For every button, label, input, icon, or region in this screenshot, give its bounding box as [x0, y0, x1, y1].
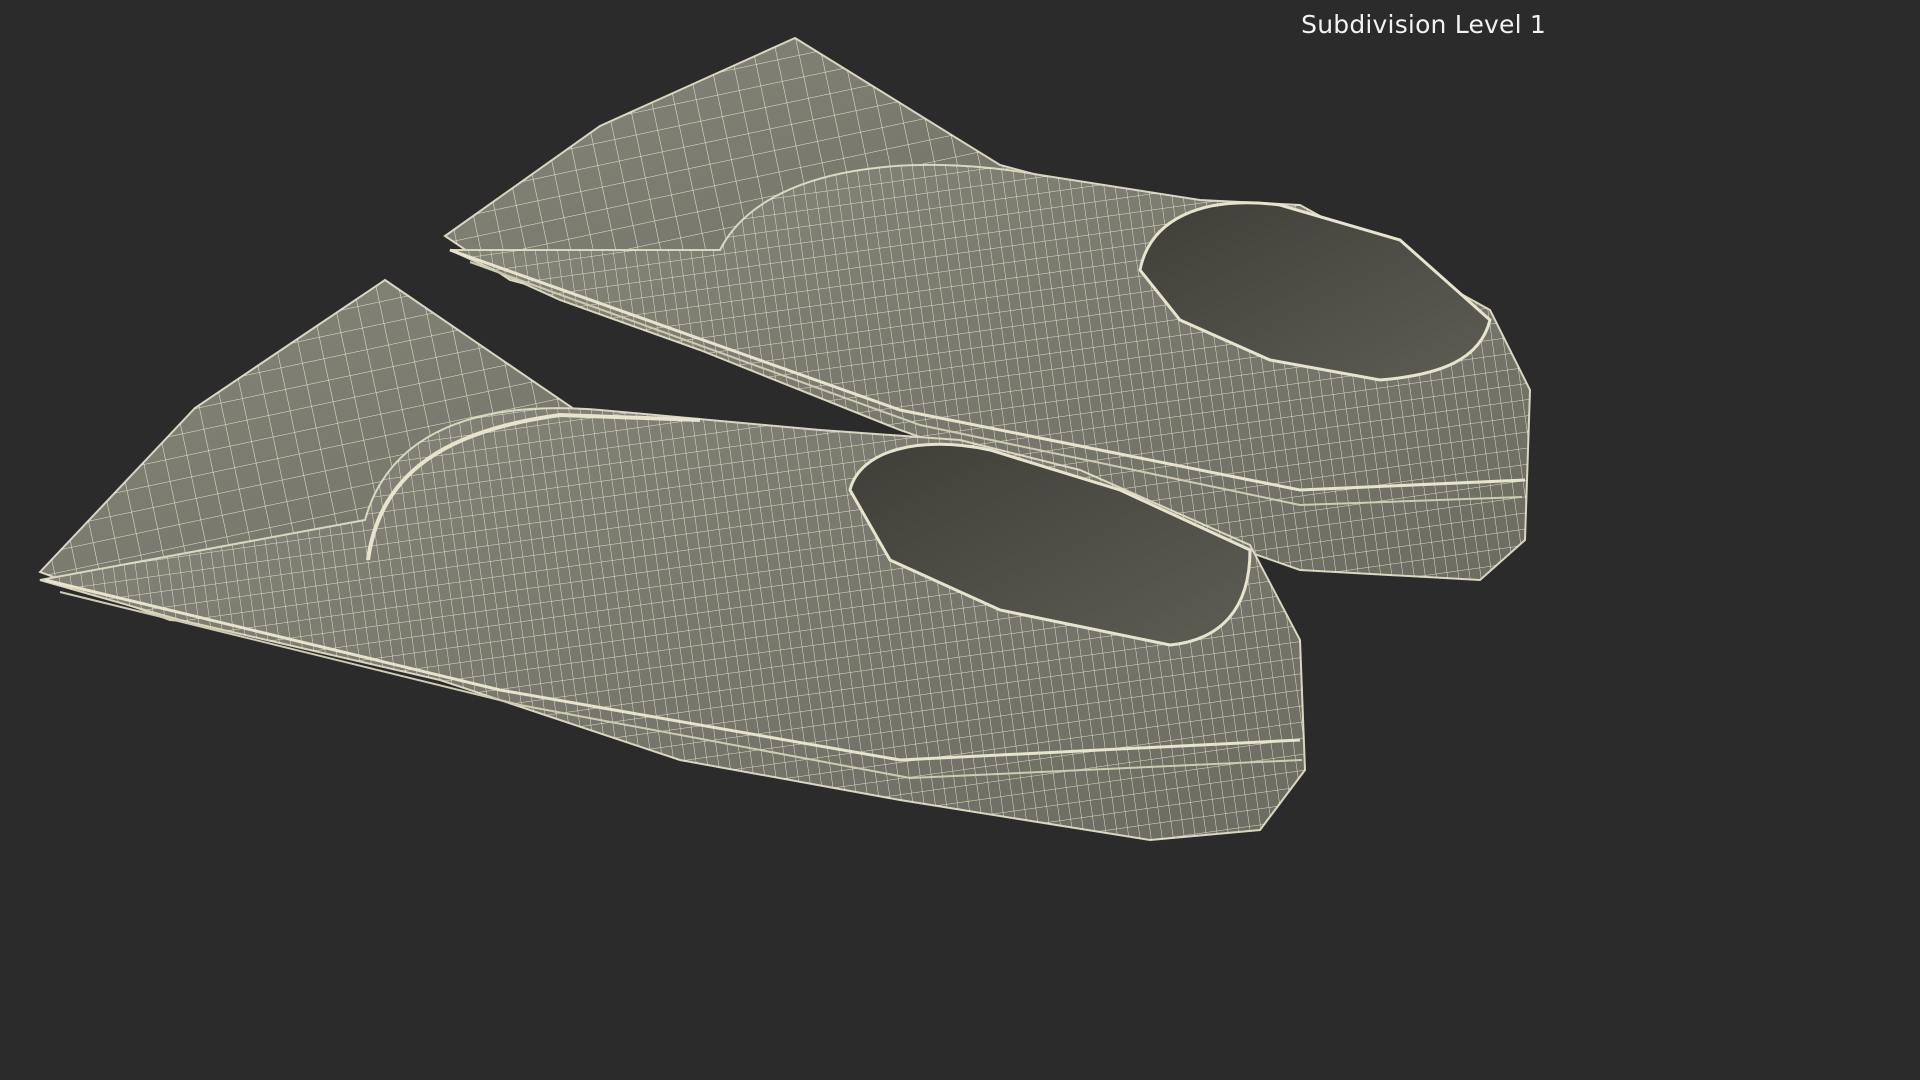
subdivision-level-label: Subdivision Level 1	[1301, 10, 1546, 39]
wireframe-fins-render	[38, 36, 1532, 842]
render-viewport: Subdivision Level 1	[0, 0, 1568, 882]
